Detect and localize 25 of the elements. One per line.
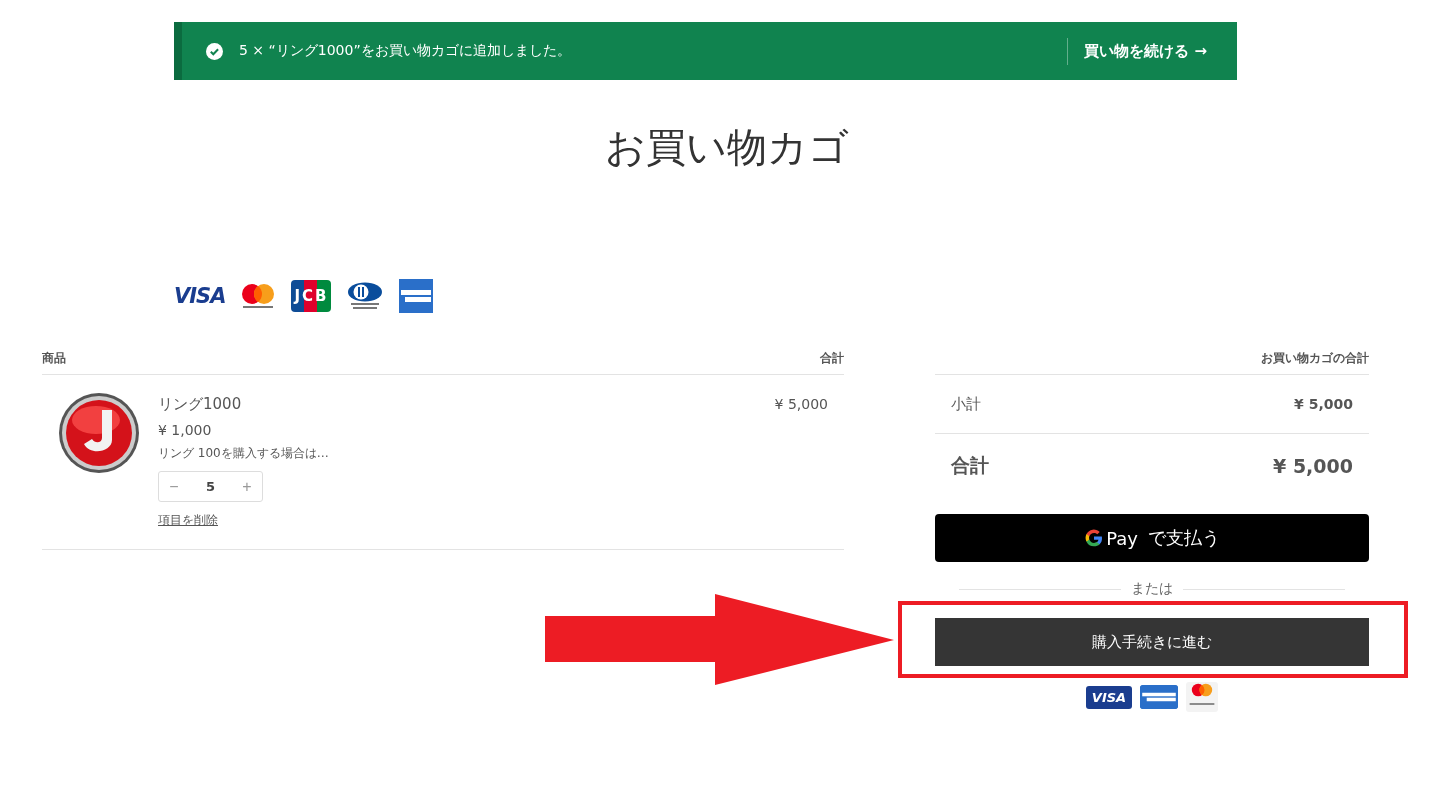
subtotal-value: ¥ 5,000 bbox=[1294, 396, 1353, 412]
product-description: リング 100を購入する場合は… bbox=[158, 445, 329, 462]
column-header: 商品 bbox=[42, 350, 66, 367]
quantity-value[interactable]: 5 bbox=[189, 479, 232, 494]
notice-message: 5 × “リング1000”をお買い物カゴに追加しました。 bbox=[239, 42, 572, 60]
line-total: ¥ 5,000 bbox=[774, 396, 828, 414]
visa-logo: VISA bbox=[174, 284, 226, 308]
checkout-button[interactable]: 購入手続きに進む bbox=[935, 618, 1369, 666]
check-icon bbox=[206, 42, 223, 60]
google-icon bbox=[1084, 528, 1105, 548]
total-label: 合計 bbox=[951, 453, 989, 478]
remove-item-link[interactable]: 項目を削除 bbox=[158, 512, 218, 529]
totals-heading: お買い物カゴの合計 bbox=[1261, 351, 1369, 365]
subtotal-label: 小計 bbox=[951, 394, 981, 414]
visa-logo: VISA bbox=[1085, 685, 1133, 709]
column-header: 合計 bbox=[820, 350, 844, 367]
total-value: ¥ 5,000 bbox=[1273, 455, 1353, 477]
product-name: リング1000 bbox=[158, 395, 242, 414]
mastercard-logo bbox=[1186, 682, 1219, 712]
amex-logo bbox=[1140, 685, 1179, 709]
page-title: お買い物カゴ bbox=[604, 123, 850, 172]
google-pay-button[interactable]: Pay で支払う bbox=[935, 514, 1369, 562]
continue-shopping-link[interactable]: 買い物を続ける → bbox=[1067, 37, 1207, 65]
product-price: ¥ 1,000 bbox=[158, 422, 212, 438]
or-divider-text: または bbox=[1131, 580, 1173, 598]
